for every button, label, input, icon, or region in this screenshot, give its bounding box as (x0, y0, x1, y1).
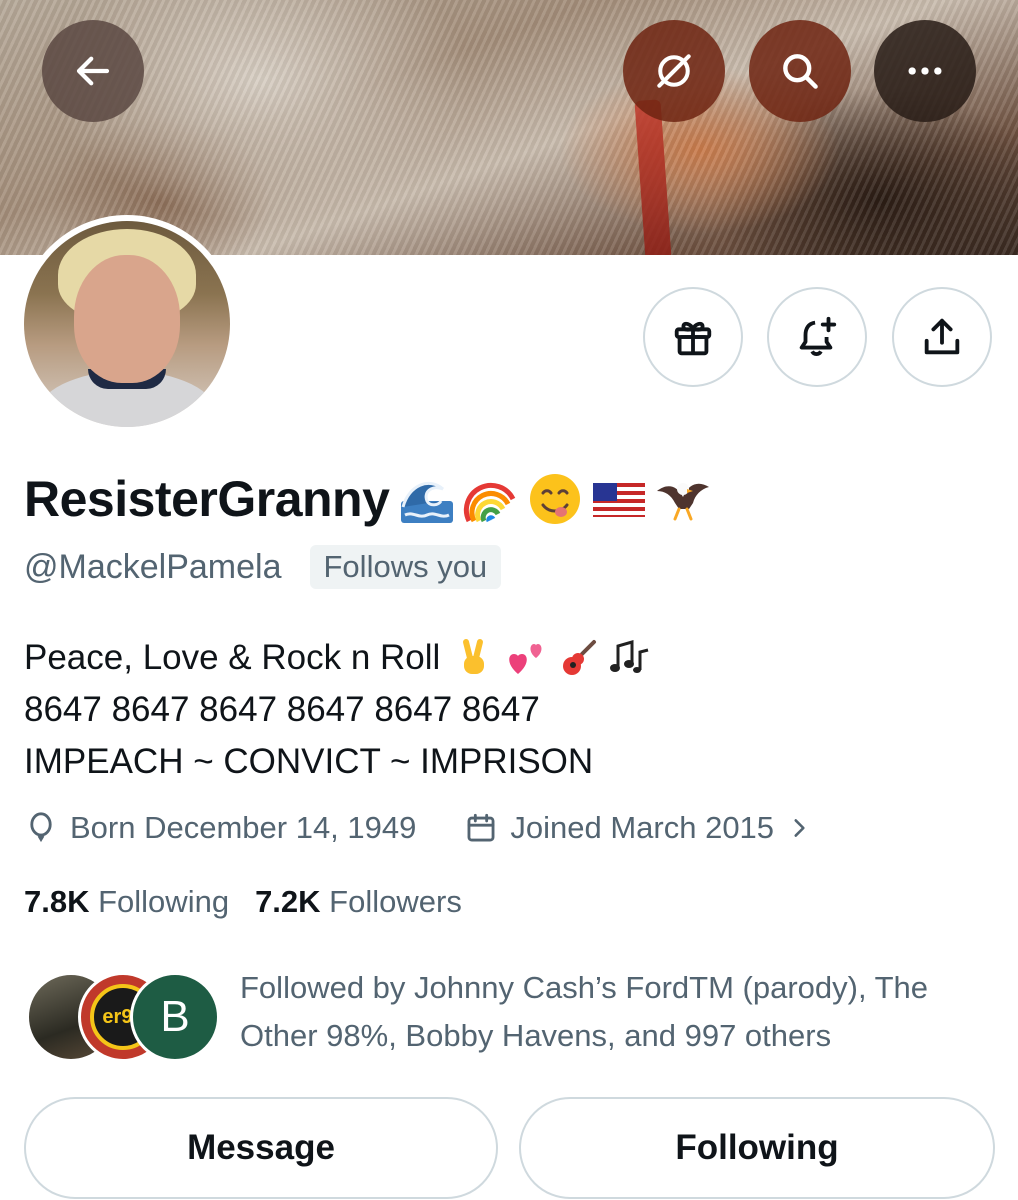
mutual-avatars: er98 B (26, 972, 226, 1062)
search-button[interactable] (749, 20, 851, 122)
more-button[interactable] (874, 20, 976, 122)
gift-icon (674, 321, 712, 356)
display-name: ResisterGranny (24, 471, 390, 527)
bell-plus-icon (799, 316, 837, 356)
grok-button[interactable] (623, 20, 725, 122)
notify-button[interactable] (767, 287, 867, 387)
follow-stats: 7.8K Following 7.2K Followers (24, 884, 462, 920)
profile-meta: Born December 14, 1949 Joined March 2015 (24, 810, 812, 846)
message-button[interactable]: Message (24, 1097, 498, 1199)
yum-face-icon (527, 471, 583, 527)
music-notes-icon (610, 640, 649, 673)
grok-slash-icon (657, 54, 691, 88)
user-handle: @MackelPamela (24, 547, 282, 586)
mutual-avatar: B (130, 972, 220, 1062)
share-icon (924, 318, 960, 355)
banner-texture (0, 0, 1018, 255)
follows-you-badge: Follows you (309, 545, 502, 589)
profile-banner[interactable] (0, 0, 1018, 255)
more-dots-icon (908, 67, 942, 75)
name-emojis (399, 471, 711, 527)
balloon-icon (30, 812, 52, 843)
followers-stat[interactable]: 7.2K Followers (255, 884, 462, 920)
bio-text-1: Peace, Love & Rock n Roll (24, 638, 441, 677)
following-label: Following (98, 884, 230, 919)
birthday-text: Born December 14, 1949 (70, 810, 417, 845)
guitar-icon (563, 640, 597, 675)
bio-line-3: IMPEACH ~ CONVICT ~ IMPRISON (24, 742, 594, 781)
handle-row: @MackelPamela Follows you (24, 545, 502, 589)
bio-line-2: 8647 8647 8647 8647 8647 8647 (24, 690, 540, 729)
joined-text: Joined March 2015 (510, 810, 775, 845)
profile-avatar[interactable] (18, 215, 236, 433)
bio-line-1: Peace, Love & Rock n Roll (24, 632, 652, 684)
followed-by-text: Followed by Johnny Cash’s FordTM (parody… (240, 970, 929, 1053)
rainbow-icon (463, 471, 519, 527)
us-flag-icon (591, 471, 647, 527)
peace-hand-icon (463, 639, 485, 674)
joined-item[interactable]: Joined March 2015 (464, 810, 812, 846)
following-button[interactable]: Following (519, 1097, 995, 1199)
eagle-icon (655, 471, 711, 527)
profile-bio: Peace, Love & Rock n Roll 8647 8647 8647… (24, 632, 652, 788)
gift-button[interactable] (643, 287, 743, 387)
following-stat[interactable]: 7.8K Following (24, 884, 229, 920)
search-icon (783, 54, 818, 89)
followers-label: Followers (329, 884, 462, 919)
bio-emojis (454, 638, 652, 678)
display-name-row: ResisterGranny (24, 470, 711, 528)
following-count: 7.8K (24, 884, 90, 919)
two-hearts-icon (509, 644, 542, 674)
chevron-right-icon (794, 819, 805, 837)
calendar-icon (467, 813, 495, 842)
followers-count: 7.2K (255, 884, 321, 919)
arrow-left-icon (76, 56, 110, 86)
share-button[interactable] (892, 287, 992, 387)
birthday-item: Born December 14, 1949 (24, 810, 416, 846)
wave-icon (399, 471, 455, 527)
avatar-photo (24, 221, 230, 427)
back-button[interactable] (42, 20, 144, 122)
